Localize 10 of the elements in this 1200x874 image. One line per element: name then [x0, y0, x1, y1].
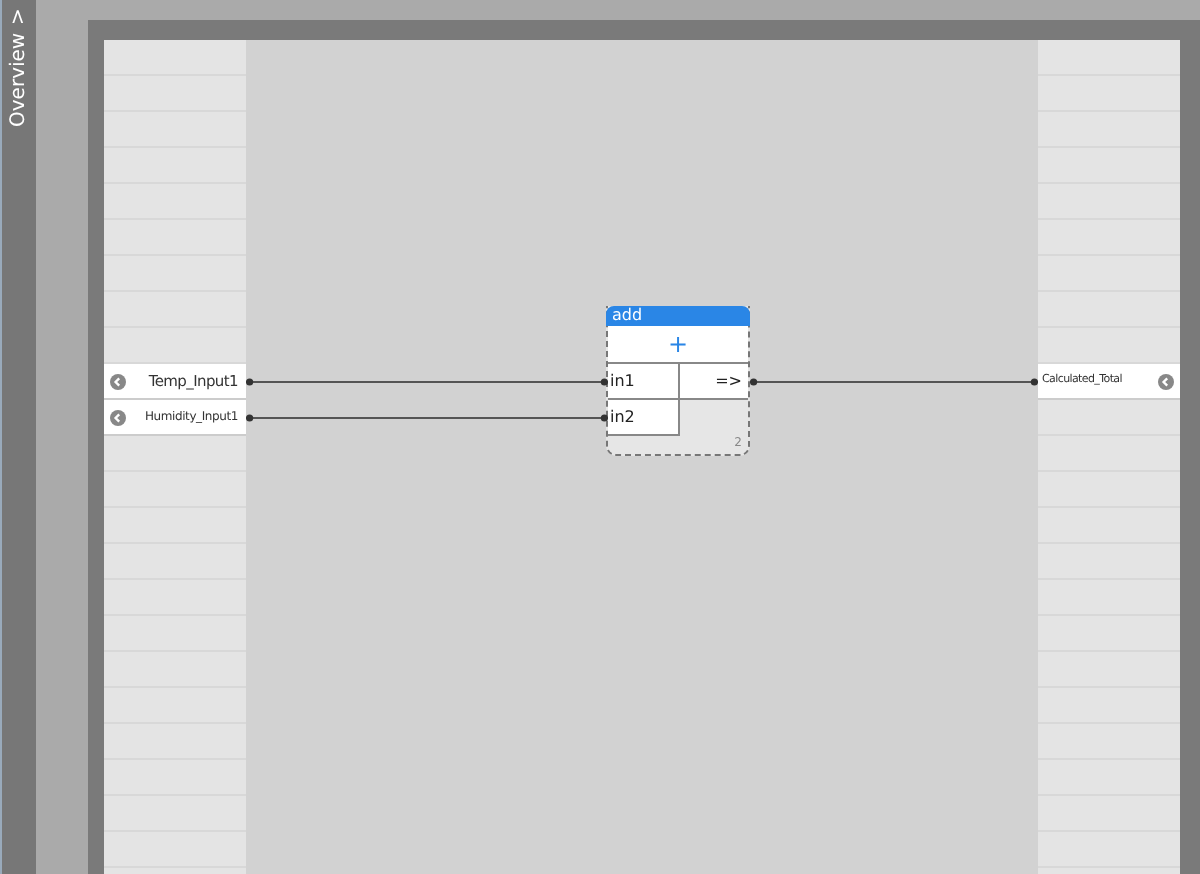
pin-icon[interactable] [110, 409, 126, 425]
input-slot[interactable]: in2 [608, 400, 680, 436]
toggle-icon[interactable]: > [9, 8, 29, 25]
input-slot[interactable]: in1 [608, 364, 680, 400]
sidebar-label[interactable]: Overview [9, 32, 29, 127]
output-slot[interactable]: => [680, 364, 748, 400]
pin-icon[interactable] [1158, 373, 1174, 389]
operator-label: + [608, 326, 748, 364]
node-title: add [606, 306, 750, 326]
pin-icon[interactable] [110, 373, 126, 389]
